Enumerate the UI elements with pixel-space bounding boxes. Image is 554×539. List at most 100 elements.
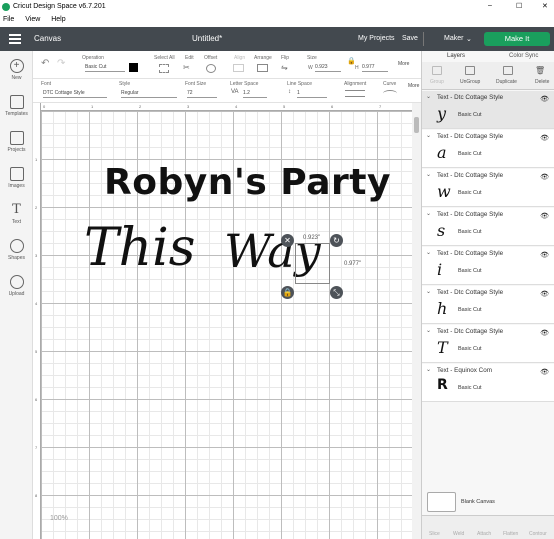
select-all-button[interactable]: Select All [154,55,175,61]
chevron-down-icon[interactable]: ⌄ [426,366,431,373]
select-all-icon[interactable] [159,64,169,73]
sidebar-item-new[interactable]: + New [0,59,33,81]
ungroup-icon[interactable] [465,66,475,75]
offset-icon[interactable] [206,64,216,73]
letter-space-icon: VA [231,89,239,95]
menu-file[interactable]: File [3,16,14,23]
text-this[interactable]: This [84,218,196,278]
style-select[interactable]: Regular [121,90,177,98]
minimize-button[interactable]: – [488,2,492,9]
menu-help[interactable]: Help [51,16,65,23]
more-text-button[interactable]: More [408,83,419,89]
offset-button[interactable]: Offset [204,55,217,61]
ungroup-button[interactable]: UnGroup [460,79,480,85]
width-field[interactable]: 0.923 [315,64,341,72]
my-projects-button[interactable]: My Projects [358,35,395,42]
hamburger-icon[interactable] [9,34,21,44]
operation-select[interactable]: Basic Cut [85,64,125,72]
weld-button[interactable]: Weld [453,531,464,537]
layer-item[interactable]: ⌄ Text - Dtc Cottage Style 👁 w Basic Cut [422,169,554,207]
redo-icon[interactable]: ↷ [57,58,65,69]
tab-layers[interactable]: Layers [447,53,465,59]
contour-button[interactable]: Contour [529,531,547,537]
attach-button[interactable]: Attach [477,531,491,537]
chevron-down-icon[interactable]: ⌄ [466,35,472,43]
eye-icon[interactable]: 👁 [540,368,549,376]
sidebar-item-shapes[interactable]: Shapes [0,239,33,261]
arrange-button[interactable]: Arrange [254,55,272,61]
resize-handle-icon[interactable]: ⤡ [330,286,343,299]
eye-icon[interactable]: 👁 [540,290,549,298]
machine-select[interactable]: Maker [444,35,463,42]
lock-icon[interactable]: 🔒 [347,57,356,65]
delete-icon[interactable]: 🗑 [535,66,545,75]
line-space-field[interactable]: 1 [297,90,327,98]
lock-handle-icon[interactable]: 🔒 [281,286,294,299]
slice-button[interactable]: Slice [429,531,440,537]
make-it-button[interactable]: Make It [484,32,550,46]
rotate-handle-icon[interactable]: ↻ [330,234,343,247]
zoom-level[interactable]: 100% [50,515,68,522]
chevron-down-icon[interactable]: ⌄ [426,288,431,295]
delete-button[interactable]: Delete [535,79,549,85]
canvas-scrollbar[interactable] [412,103,421,539]
layer-item[interactable]: ⌄ Text - Equinox Com 👁 R Basic Cut [422,364,554,402]
eye-icon[interactable]: 👁 [540,95,549,103]
group-button[interactable]: Group [430,79,444,85]
eye-icon[interactable]: 👁 [540,212,549,220]
layer-item[interactable]: ⌄ Text - Dtc Cottage Style 👁 y Basic Cut [422,91,554,129]
scrollbar-thumb[interactable] [414,117,419,133]
more-button[interactable]: More [398,61,409,67]
chevron-down-icon[interactable]: ⌄ [426,93,431,100]
duplicate-icon[interactable] [503,66,513,75]
sidebar-item-images[interactable]: Images [0,167,33,189]
height-field[interactable]: 0.977 [362,64,388,72]
duplicate-button[interactable]: Duplicate [496,79,517,85]
group-icon[interactable] [432,66,442,75]
blank-canvas-swatch[interactable] [427,492,456,512]
edit-button[interactable]: Edit [185,55,194,61]
font-select[interactable]: DTC Cottage Style [43,90,107,98]
chevron-down-icon[interactable]: ⌄ [426,210,431,217]
maximize-button[interactable]: ☐ [516,2,522,10]
sidebar-item-projects[interactable]: Projects [0,131,33,153]
chevron-down-icon[interactable]: ⌄ [426,171,431,178]
chevron-down-icon[interactable]: ⌄ [426,249,431,256]
flip-button[interactable]: Flip [281,55,289,61]
layer-item[interactable]: ⌄ Text - Dtc Cottage Style 👁 T Basic Cut [422,325,554,363]
left-sidebar: + New Templates Projects Images T Text Sha… [0,51,33,539]
eye-icon[interactable]: 👁 [540,329,549,337]
flip-icon[interactable]: ⇋ [281,63,288,72]
color-swatch[interactable] [129,63,138,72]
sidebar-item-templates[interactable]: Templates [0,95,33,117]
eye-icon[interactable]: 👁 [540,251,549,259]
eye-icon[interactable]: 👁 [540,134,549,142]
layer-item[interactable]: ⌄ Text - Dtc Cottage Style 👁 a Basic Cut [422,130,554,168]
close-window-button[interactable]: ✕ [542,2,548,10]
font-size-field[interactable]: 72 [187,90,217,98]
align-button[interactable]: Align [234,55,245,61]
flatten-button[interactable]: Flatten [503,531,518,537]
selection-box[interactable] [295,243,330,284]
upload-icon [9,275,24,289]
undo-icon[interactable]: ↶ [41,58,49,69]
chevron-down-icon[interactable]: ⌄ [426,327,431,334]
curve-icon[interactable] [383,90,397,97]
chevron-down-icon[interactable]: ⌄ [426,132,431,139]
menu-view[interactable]: View [25,16,40,23]
eye-icon[interactable]: 👁 [540,173,549,181]
tab-color-sync[interactable]: Color Sync [509,53,538,59]
arrange-icon[interactable] [257,64,268,72]
layer-item[interactable]: ⌄ Text - Dtc Cottage Style 👁 s Basic Cut [422,208,554,246]
save-button[interactable]: Save [402,35,418,42]
sidebar-item-text[interactable]: T Text [0,203,33,226]
scissors-icon[interactable]: ✂ [183,63,190,72]
layer-item[interactable]: ⌄ Text - Dtc Cottage Style 👁 i Basic Cut [422,247,554,285]
delete-handle-icon[interactable]: ✕ [281,234,294,247]
letter-space-field[interactable]: 1.2 [243,90,267,98]
text-robyns-party[interactable]: Robyn's Party [104,162,391,203]
align-icon[interactable] [233,64,244,72]
layer-item[interactable]: ⌄ Text - Dtc Cottage Style 👁 h Basic Cut [422,286,554,324]
sidebar-item-upload[interactable]: Upload [0,275,33,297]
alignment-select[interactable] [345,90,365,97]
